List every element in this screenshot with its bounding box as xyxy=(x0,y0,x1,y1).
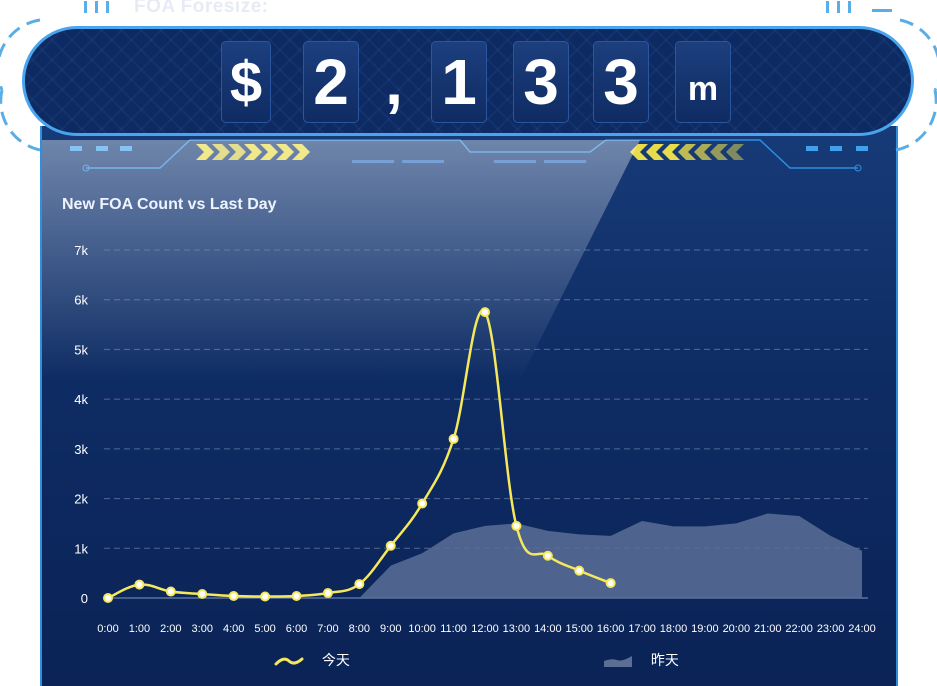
legend-label-today: 今天 xyxy=(321,652,350,668)
y-tick-label: 1k xyxy=(74,541,88,556)
y-tick-label: 0 xyxy=(81,591,88,606)
y-tick-label: 3k xyxy=(74,442,88,457)
data-point-today xyxy=(385,540,396,551)
x-tick-label: 17:00 xyxy=(628,623,656,635)
x-tick-label: 6:00 xyxy=(286,623,307,635)
x-tick-label: 11:00 xyxy=(440,623,467,635)
x-tick-label: 20:00 xyxy=(723,623,751,635)
x-tick-label: 5:00 xyxy=(254,623,275,635)
data-point-today xyxy=(542,550,553,561)
x-tick-label: 18:00 xyxy=(660,623,688,635)
legend-label-yesterday: 昨天 xyxy=(650,652,679,668)
x-tick-label: 4:00 xyxy=(223,623,244,635)
data-point-today xyxy=(197,589,208,600)
data-point-today xyxy=(354,579,365,590)
line-today xyxy=(107,309,612,600)
legend-item-today[interactable]: 今天 xyxy=(274,650,350,670)
x-tick-label: 3:00 xyxy=(192,623,213,635)
data-point-today xyxy=(448,433,459,444)
data-point-today xyxy=(574,565,585,576)
x-tick-label: 21:00 xyxy=(754,623,782,635)
x-tick-label: 2:00 xyxy=(160,623,181,635)
x-tick-label: 15:00 xyxy=(565,623,593,635)
data-point-today xyxy=(103,593,113,603)
data-point-today xyxy=(511,520,522,531)
x-tick-label: 13:00 xyxy=(503,623,531,635)
data-point-today xyxy=(322,588,333,599)
y-tick-label: 5k xyxy=(74,342,88,357)
data-point-today xyxy=(165,586,176,597)
x-tick-label: 23:00 xyxy=(817,623,845,635)
data-point-today xyxy=(291,591,302,602)
x-tick-label: 14:00 xyxy=(534,623,562,635)
data-point-today xyxy=(134,579,145,590)
x-tick-label: 24:00 xyxy=(848,623,876,635)
y-tick-label: 2k xyxy=(74,492,88,507)
data-point-today xyxy=(260,591,271,602)
x-tick-label: 1:00 xyxy=(129,623,150,635)
data-point-today xyxy=(417,498,428,509)
data-point-today xyxy=(228,591,239,602)
x-tick-label: 10:00 xyxy=(408,623,436,635)
legend-item-yesterday[interactable]: 昨天 xyxy=(603,650,679,670)
y-tick-label: 6k xyxy=(74,293,88,308)
line-chart: 0 1k 2k 3k 4k 5k 6k 7k 0:00 1:00 2:00 3:00 4:00 5:00 6… xyxy=(74,243,876,635)
y-tick-label: 7k xyxy=(74,243,88,258)
x-tick-label: 9:00 xyxy=(380,623,401,635)
y-tick-label: 4k xyxy=(74,392,88,407)
legend-line-icon xyxy=(274,657,304,666)
area-yesterday xyxy=(108,513,862,598)
legend-area-icon xyxy=(604,656,632,668)
data-point-today xyxy=(480,307,490,318)
x-tick-label: 12:00 xyxy=(471,623,499,635)
x-tick-label: 22:00 xyxy=(785,623,813,635)
data-point-today xyxy=(605,578,616,589)
x-tick-label: 16:00 xyxy=(597,623,625,635)
x-tick-label: 7:00 xyxy=(317,623,338,635)
x-tick-label: 8:00 xyxy=(349,623,370,635)
x-tick-label: 0:00 xyxy=(97,623,118,635)
x-tick-label: 19:00 xyxy=(691,623,719,635)
